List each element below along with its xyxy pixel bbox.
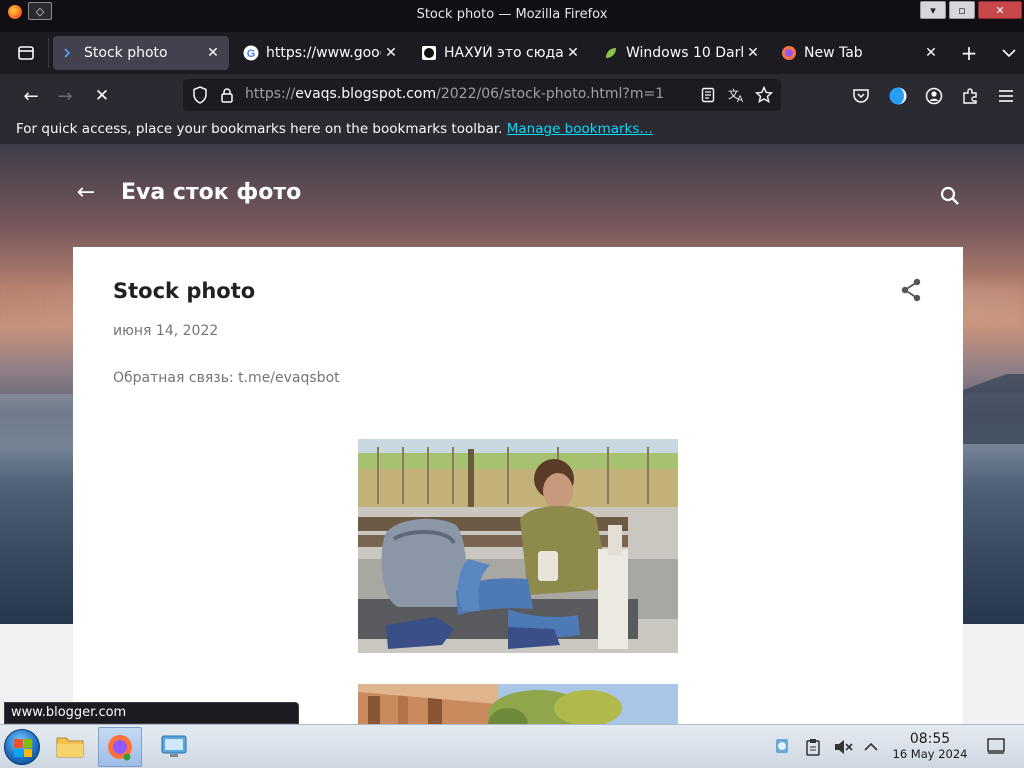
tab-bar: Stock photo ✕ G https://www.google ✕ НАХ…	[0, 32, 1024, 74]
chevron-down-icon	[1002, 49, 1016, 58]
bookmarks-hint-text: For quick access, place your bookmarks h…	[16, 121, 503, 137]
blog-back-button[interactable]: ←	[74, 180, 98, 205]
window-title: Stock photo — Mozilla Firefox	[416, 7, 608, 22]
firefox-view-icon	[18, 46, 34, 60]
tab-stock-photo[interactable]: Stock photo ✕	[53, 36, 229, 70]
tab-label: Windows 10 Dark	[626, 45, 743, 61]
svg-text:G: G	[247, 48, 256, 60]
shield-icon[interactable]	[189, 85, 211, 105]
volume-muted-icon[interactable]	[833, 737, 853, 757]
desktop-icon	[987, 738, 1005, 754]
control-panel-taskbar-button[interactable]	[152, 727, 196, 767]
leaf-icon	[603, 45, 619, 61]
share-icon	[901, 278, 921, 302]
list-all-tabs-button[interactable]	[996, 41, 1022, 65]
dark-reader-icon	[889, 87, 907, 105]
firefox-view-button[interactable]	[10, 41, 42, 65]
folder-icon	[56, 737, 84, 758]
blog-header: ← Eva сток фото	[0, 144, 1024, 244]
file-explorer-taskbar-button[interactable]	[48, 727, 92, 767]
search-button[interactable]	[938, 184, 962, 208]
control-panel-icon	[161, 735, 187, 757]
stop-button[interactable]: ✕	[87, 82, 117, 110]
post-title: Stock photo	[113, 279, 256, 303]
site-dark-icon	[421, 45, 437, 61]
clock-date: 16 May 2024	[892, 747, 968, 761]
close-tab-icon[interactable]: ✕	[743, 43, 763, 63]
tab-label: https://www.google	[266, 45, 381, 61]
hamburger-menu-icon	[999, 90, 1013, 102]
extensions-button[interactable]	[955, 82, 985, 110]
search-icon	[940, 186, 959, 205]
post-photo-street[interactable]	[358, 684, 678, 724]
dark-reader-button[interactable]	[883, 82, 913, 110]
maximize-button[interactable]: ▫	[949, 1, 975, 19]
bookmarks-toolbar: For quick access, place your bookmarks h…	[0, 118, 1024, 144]
forward-button[interactable]: →	[50, 82, 80, 110]
post-date: июня 14, 2022	[113, 323, 219, 339]
pocket-button[interactable]	[846, 82, 876, 110]
url-bar[interactable]: https://evaqs.blogspot.com/2022/06/stock…	[183, 79, 781, 111]
window-titlebar: ◇ Stock photo — Mozilla Firefox ▾ ▫ ✕	[0, 0, 1024, 32]
account-button[interactable]	[919, 82, 949, 110]
tab-label: New Tab	[804, 45, 863, 61]
blog-title[interactable]: Eva сток фото	[121, 180, 301, 205]
account-icon	[925, 87, 943, 105]
start-button[interactable]	[4, 729, 40, 765]
tab-label: НАХУЙ это сюда	[444, 45, 563, 61]
network-tray-icon[interactable]	[772, 737, 792, 757]
chevron-up-icon[interactable]	[861, 737, 881, 757]
clipboard-tray-icon[interactable]	[803, 737, 823, 757]
taskbar-clock[interactable]: 08:55 16 May 2024	[884, 731, 976, 761]
windows-logo-icon	[14, 739, 32, 757]
tab-google[interactable]: G https://www.google ✕	[235, 36, 407, 70]
reader-view-icon[interactable]	[697, 85, 719, 105]
tab-label: Stock photo	[84, 45, 168, 61]
manage-bookmarks-link[interactable]: Manage bookmarks…	[507, 121, 653, 137]
bookmark-star-icon[interactable]	[753, 85, 775, 105]
close-tab-icon[interactable]: ✕	[203, 43, 223, 63]
tab-site[interactable]: НАХУЙ это сюда ✕	[413, 36, 589, 70]
navigation-toolbar: ← → ✕ https://evaqs.blogspot.com/2022/06…	[0, 74, 1024, 118]
svg-text:A: A	[737, 95, 744, 103]
puzzle-icon	[963, 88, 977, 104]
post-photo-boy-on-bench[interactable]	[358, 439, 678, 653]
minimize-button[interactable]: ▾	[920, 1, 946, 19]
post-body-text: Обратная связь: t.me/evaqsbot	[113, 370, 340, 386]
firefox-taskbar-button[interactable]	[98, 727, 142, 767]
link-status-tooltip: www.blogger.com	[4, 702, 299, 724]
google-icon: G	[243, 45, 259, 61]
lock-icon[interactable]	[216, 85, 238, 105]
show-desktop-button[interactable]	[986, 737, 1008, 757]
pocket-icon	[853, 89, 869, 103]
taskbar: 08:55 16 May 2024	[0, 724, 1024, 768]
translate-icon[interactable]: 文A	[725, 85, 747, 105]
firefox-icon	[108, 735, 132, 761]
close-tab-icon[interactable]: ✕	[563, 43, 583, 63]
close-tab-icon[interactable]: ✕	[381, 43, 401, 63]
close-window-button[interactable]: ✕	[978, 1, 1022, 19]
menu-button[interactable]	[991, 82, 1021, 110]
tab-windows-dark[interactable]: Windows 10 Dark ✕	[595, 36, 769, 70]
clock-time: 08:55	[909, 731, 951, 747]
firefox-icon	[781, 45, 797, 61]
share-button[interactable]	[899, 277, 923, 303]
url-text[interactable]: https://evaqs.blogspot.com/2022/06/stock…	[245, 86, 664, 102]
post-card: Stock photo июня 14, 2022 Обратная связь…	[73, 247, 963, 724]
blogger-icon	[61, 45, 77, 61]
new-tab-button[interactable]: +	[956, 41, 982, 65]
close-tab-icon[interactable]: ✕	[921, 43, 941, 63]
back-button[interactable]: ←	[16, 82, 46, 110]
page-content: ← Eva сток фото Stock photo июня 14, 202…	[0, 144, 1024, 724]
tab-new-tab[interactable]: New Tab ✕	[773, 36, 947, 70]
